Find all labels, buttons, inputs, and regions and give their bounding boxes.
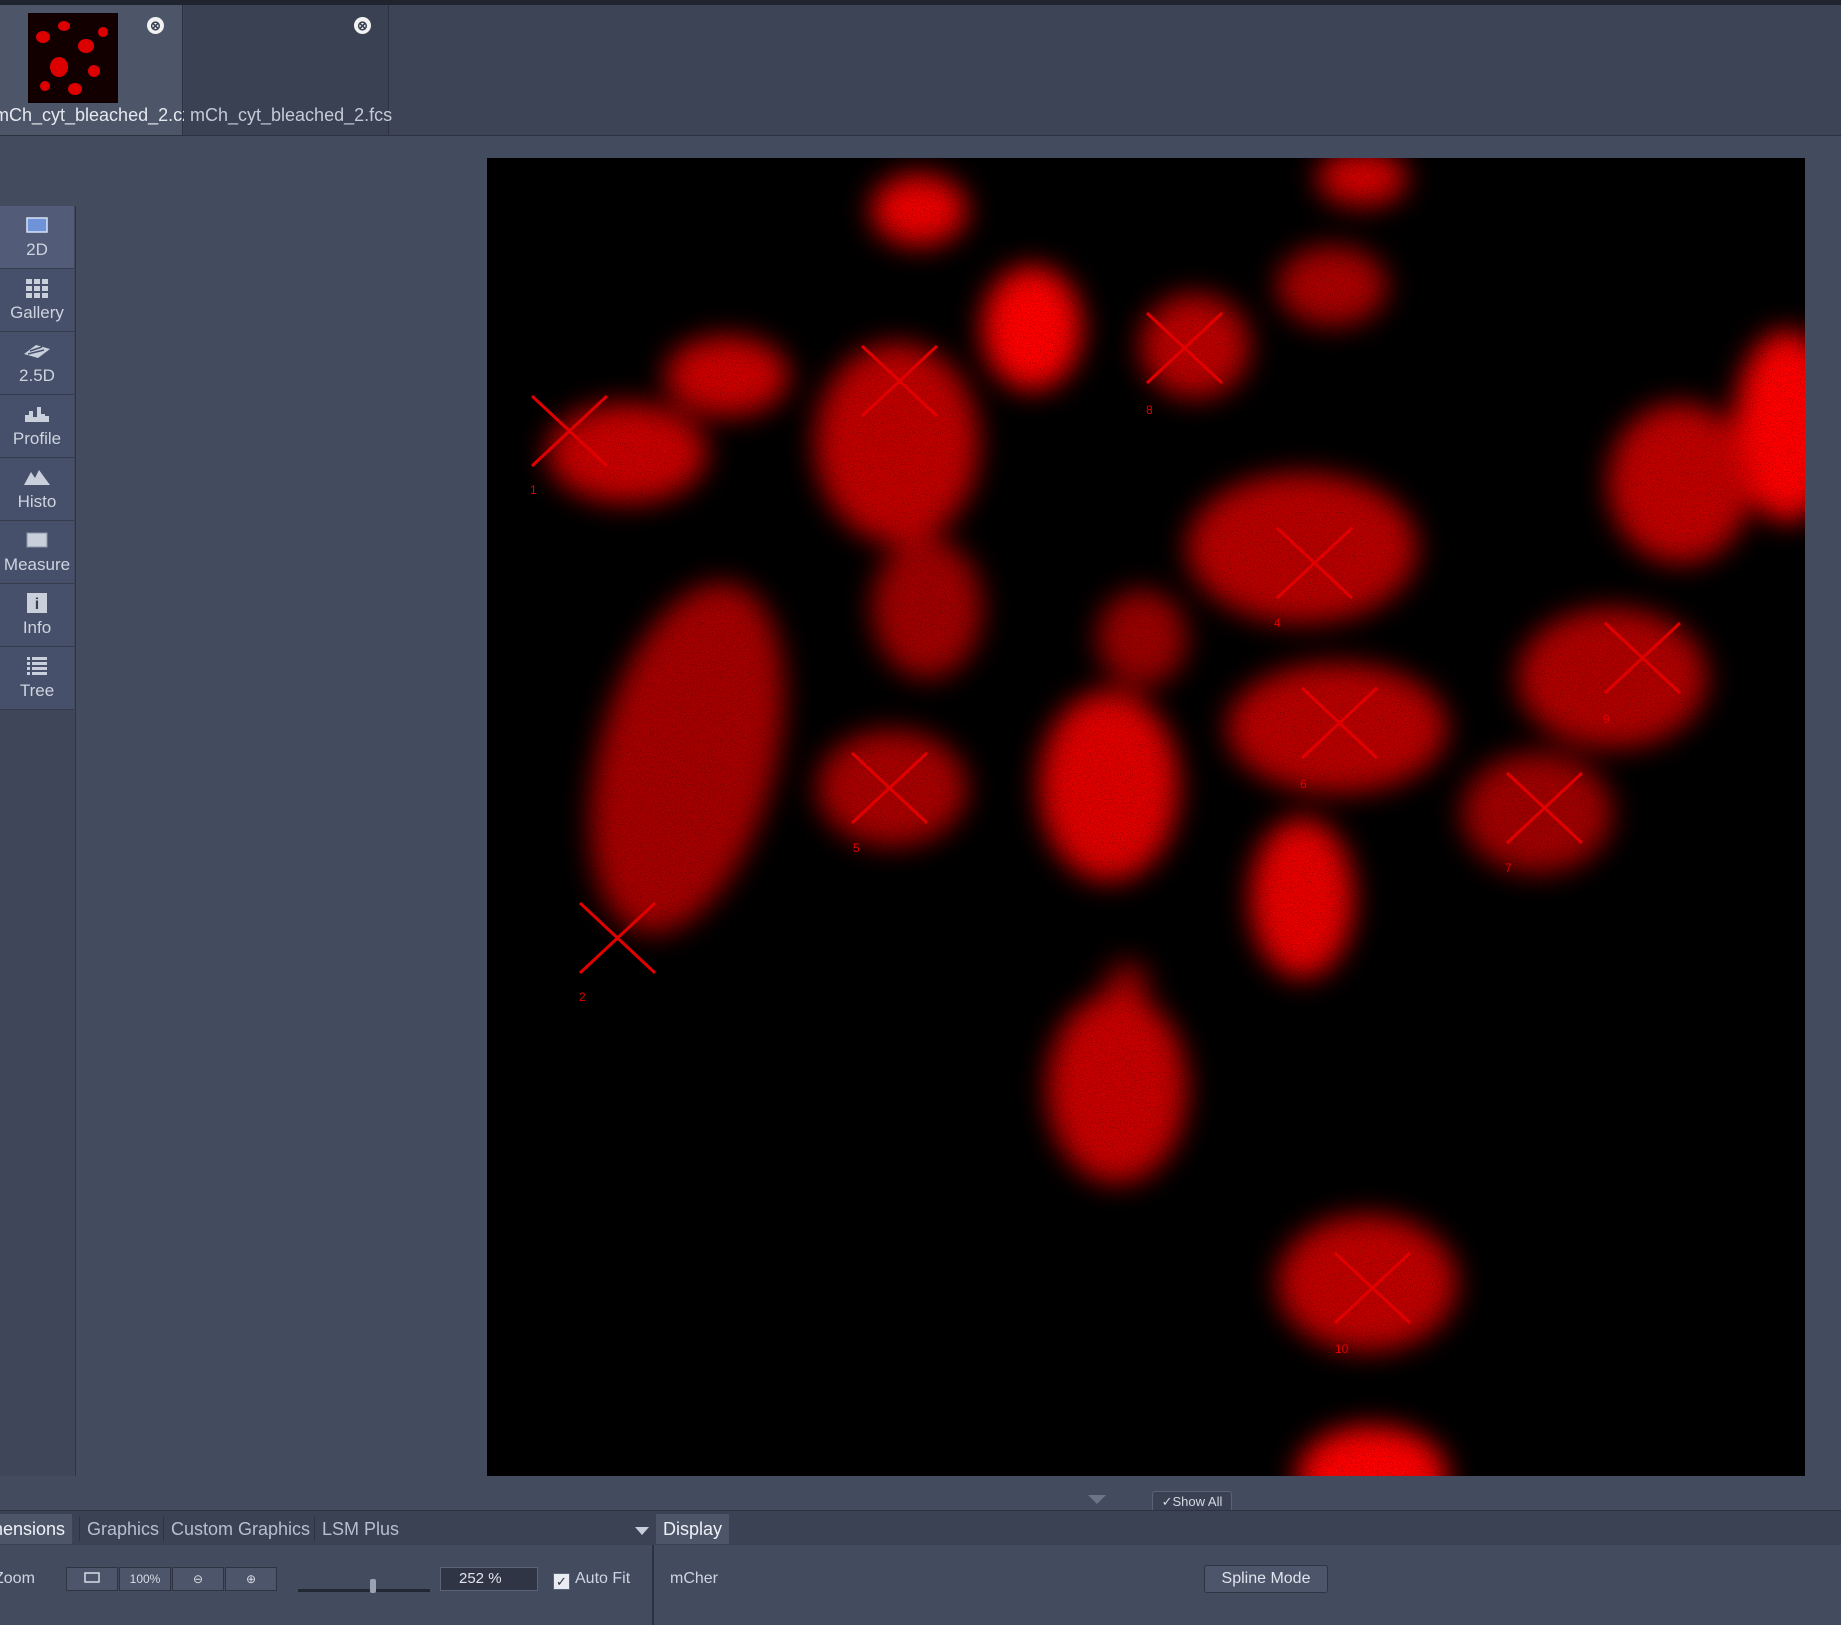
- surface-icon: [24, 345, 50, 358]
- close-tab-icon[interactable]: ⊗: [354, 17, 371, 34]
- document-tab-bar: ⊗ mCh_cyt_bleached_2.czi* ⊗ mCh_cyt_blea…: [0, 5, 1841, 136]
- view-histo-label: Histo: [17, 492, 57, 511]
- collapse-panel-arrow-icon[interactable]: [1088, 1495, 1106, 1504]
- document-tab-czi[interactable]: ⊗ mCh_cyt_bleached_2.czi*: [0, 5, 202, 135]
- zoom-in-button[interactable]: ⊕: [225, 1567, 277, 1591]
- document-tab-fcs[interactable]: ⊗ mCh_cyt_bleached_2.fcs: [184, 5, 393, 135]
- image-view-area: 2D Gallery 2.5D Profile Histo Measure i …: [0, 136, 1841, 1513]
- view-info-button[interactable]: i Info: [0, 584, 74, 647]
- marker-label: 1: [530, 483, 537, 497]
- svg-text:i: i: [35, 596, 39, 613]
- tree-icon: [27, 657, 47, 675]
- histogram-icon: [24, 470, 50, 485]
- measure-icon: [26, 532, 48, 548]
- auto-fit-checkbox[interactable]: ✓: [553, 1573, 570, 1590]
- view-info-label: Info: [22, 618, 52, 637]
- view-measure-label: Measure: [3, 555, 71, 574]
- document-tab-label: mCh_cyt_bleached_2.czi*: [0, 105, 203, 125]
- zoom-100-button[interactable]: 100%: [119, 1567, 171, 1591]
- view-gallery-button[interactable]: Gallery: [0, 269, 74, 332]
- view-histo-button[interactable]: Histo: [0, 458, 74, 521]
- view-gallery-label: Gallery: [10, 303, 64, 322]
- marker-label: 4: [1274, 616, 1281, 630]
- view-mode-sidebar: 2D Gallery 2.5D Profile Histo Measure i …: [0, 206, 76, 1476]
- marker-label: 6: [1300, 777, 1307, 791]
- view-tree-button[interactable]: Tree: [0, 647, 74, 710]
- document-tab-label: mCh_cyt_bleached_2.fcs: [190, 105, 393, 125]
- fit-screen-button[interactable]: [66, 1567, 118, 1591]
- view-2d-label: 2D: [26, 240, 48, 259]
- view-25d-label: 2.5D: [19, 366, 55, 385]
- microscopy-image[interactable]: 1 2 4 5 6 7 8 9 10: [487, 158, 1805, 1476]
- zoom-value-field[interactable]: 252 %: [440, 1567, 538, 1591]
- marker-label: 9: [1603, 712, 1610, 726]
- zoom-slider-handle[interactable]: [370, 1579, 376, 1593]
- zoom-slider-track[interactable]: [298, 1589, 430, 1592]
- tab-custom-graphics[interactable]: Custom Graphics: [164, 1514, 317, 1544]
- fit-screen-icon: [84, 1572, 100, 1583]
- info-icon: i: [27, 593, 47, 613]
- tab-dimensions[interactable]: Dimensions: [0, 1514, 73, 1544]
- tab-graphics[interactable]: Graphics: [80, 1514, 166, 1544]
- marker-label: 7: [1505, 861, 1512, 875]
- tab-lsm-plus[interactable]: LSM Plus: [315, 1514, 406, 1544]
- view-tree-label: Tree: [19, 681, 55, 700]
- view-2d-button[interactable]: 2D: [0, 206, 74, 269]
- view-measure-button[interactable]: Measure: [0, 521, 74, 584]
- marker-label: 2: [579, 990, 586, 1004]
- zoom-label: Zoom: [0, 1570, 35, 1587]
- panel-divider: [652, 1545, 654, 1625]
- view-profile-label: Profile: [12, 429, 62, 448]
- marker-label: 8: [1146, 403, 1153, 417]
- view-25d-button[interactable]: 2.5D: [0, 332, 74, 395]
- channel-label: mCher: [670, 1570, 719, 1587]
- marker-label: 5: [853, 841, 860, 855]
- bottom-panel: Dimensions Graphics Custom Graphics LSM …: [0, 1510, 1841, 1625]
- close-tab-icon[interactable]: ⊗: [147, 17, 164, 34]
- image-thumbnail: [28, 13, 118, 103]
- view-profile-button[interactable]: Profile: [0, 395, 74, 458]
- zoom-out-button[interactable]: ⊖: [172, 1567, 224, 1591]
- spline-mode-button[interactable]: Spline Mode: [1204, 1565, 1328, 1593]
- grid-icon: [26, 279, 48, 298]
- rectangle-icon: [26, 217, 48, 233]
- auto-fit-label: Auto Fit: [575, 1570, 631, 1587]
- tab-dropdown-chevron-down-icon[interactable]: [635, 1527, 649, 1535]
- controls-row: Zoom 100% ⊖ ⊕ 252 % ✓ Auto Fit mCher Spl…: [0, 1545, 1841, 1625]
- tab-display[interactable]: Display: [656, 1514, 730, 1544]
- profile-icon: [25, 407, 49, 422]
- marker-label: 10: [1335, 1342, 1349, 1356]
